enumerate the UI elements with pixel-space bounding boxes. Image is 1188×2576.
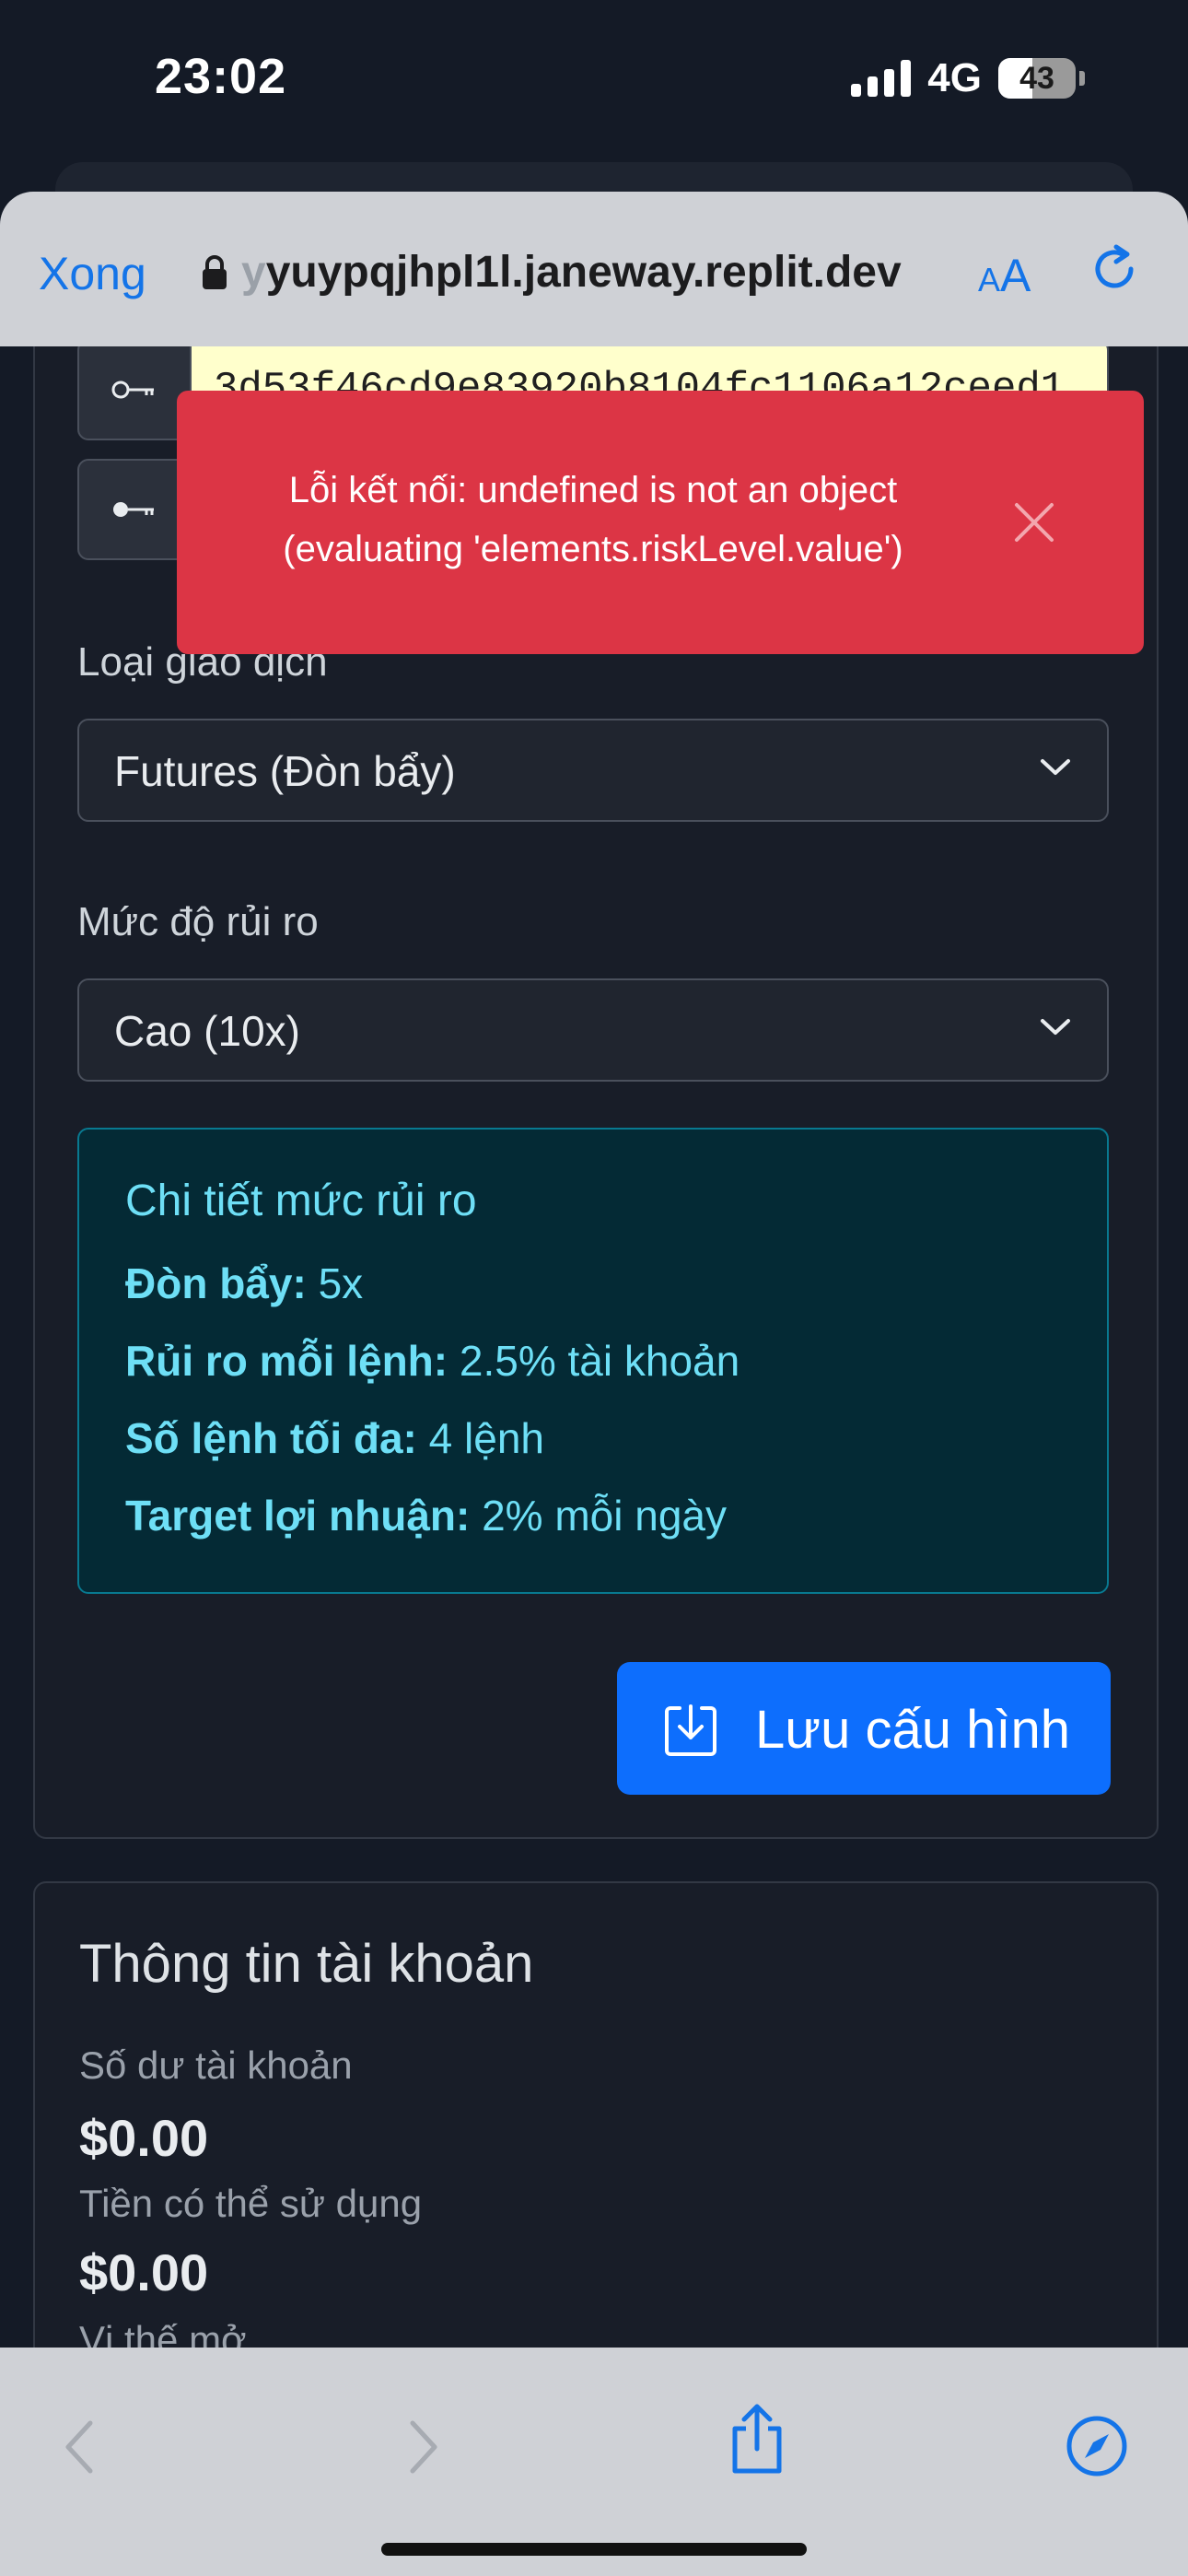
forward-icon[interactable]: [405, 2418, 442, 2476]
trading-type-select[interactable]: Futures (Đòn bẩy): [77, 719, 1109, 822]
close-icon[interactable]: [1009, 498, 1059, 547]
url-display[interactable]: yyuypqjhpl1l.janeway.replit.dev: [241, 247, 902, 298]
risk-level-label: Mức độ rủi ro: [77, 899, 319, 944]
browser-toolbar: [0, 2348, 1188, 2576]
home-indicator: [381, 2543, 807, 2556]
risk-detail-key: Số lệnh tối đa:: [125, 1414, 417, 1462]
lock-icon: [203, 255, 227, 289]
reload-icon[interactable]: [1090, 241, 1142, 297]
risk-detail-key: Rủi ro mỗi lệnh:: [125, 1337, 448, 1385]
trading-type-value: Futures (Đòn bẩy): [114, 747, 456, 795]
chevron-down-icon: [1041, 759, 1070, 775]
risk-detail-key: Target lợi nhuận:: [125, 1492, 471, 1540]
download-icon: [665, 1704, 716, 1756]
save-config-label: Lưu cấu hình: [755, 1700, 1070, 1760]
risk-detail-profit-target: Target lợi nhuận: 2% mỗi ngày: [125, 1491, 727, 1540]
network-type: 4G: [927, 55, 982, 100]
status-bar: 23:02 4G 43: [0, 0, 1188, 184]
balance-label: Số dư tài khoản: [79, 2043, 353, 2087]
key-addon: [77, 346, 192, 440]
status-time: 23:02: [155, 49, 287, 104]
risk-detail-key: Đòn bẩy:: [125, 1259, 307, 1307]
text-size-large-a: A: [1000, 250, 1031, 301]
compass-icon[interactable]: [1065, 2414, 1129, 2478]
browser-address-bar: Xong yyuypqjhpl1l.janeway.replit.dev AA: [0, 192, 1188, 346]
account-info-card: Thông tin tài khoản Số dư tài khoản $0.0…: [33, 1881, 1159, 2348]
error-toast-message: Lỗi kết nối: undefined is not an object …: [283, 470, 903, 569]
key-icon: [113, 502, 154, 517]
risk-detail-value: 4 lệnh: [428, 1414, 545, 1462]
risk-level-select[interactable]: Cao (10x): [77, 978, 1109, 1082]
cellular-signal-icon: [851, 60, 912, 97]
key-addon: [77, 459, 192, 560]
text-size-small-a: A: [978, 261, 1001, 299]
error-toast: Lỗi kết nối: undefined is not an object …: [177, 391, 1144, 654]
chevron-down-icon: [1041, 1019, 1070, 1035]
url-faded-char: y: [241, 248, 266, 297]
risk-detail-value: 2% mỗi ngày: [482, 1492, 727, 1540]
done-button[interactable]: Xong: [39, 247, 146, 300]
balance-value: $0.00: [79, 2109, 209, 2167]
text-size-button[interactable]: AA: [978, 249, 1031, 302]
risk-detail-max-orders: Số lệnh tối đa: 4 lệnh: [125, 1413, 544, 1463]
open-positions-label: Vị thế mở: [79, 2318, 247, 2348]
risk-detail-per-trade: Rủi ro mỗi lệnh: 2.5% tài khoản: [125, 1336, 740, 1386]
risk-detail-leverage: Đòn bẩy: 5x: [125, 1259, 363, 1308]
risk-level-value: Cao (10x): [114, 1007, 300, 1055]
risk-detail-value: 5x: [318, 1259, 364, 1307]
battery-level: 43: [1019, 60, 1054, 96]
back-icon[interactable]: [61, 2418, 98, 2476]
available-value: $0.00: [79, 2243, 209, 2301]
save-config-button[interactable]: Lưu cấu hình: [617, 1662, 1111, 1795]
status-indicators: 4G 43: [851, 55, 1085, 101]
url-host: yuypqjhpl1l.janeway.replit.dev: [265, 248, 902, 297]
risk-detail-value: 2.5% tài khoản: [459, 1337, 740, 1385]
available-label: Tiền có thể sử dụng: [79, 2182, 423, 2225]
risk-details-title: Chi tiết mức rủi ro: [125, 1177, 477, 1225]
account-info-title: Thông tin tài khoản: [79, 1934, 534, 1994]
key-icon: [111, 381, 154, 399]
risk-details-box: Chi tiết mức rủi ro Đòn bẩy: 5x Rủi ro m…: [77, 1128, 1109, 1594]
battery-icon: 43: [998, 58, 1076, 99]
share-icon[interactable]: [728, 2403, 786, 2476]
battery-tip: [1079, 71, 1085, 86]
